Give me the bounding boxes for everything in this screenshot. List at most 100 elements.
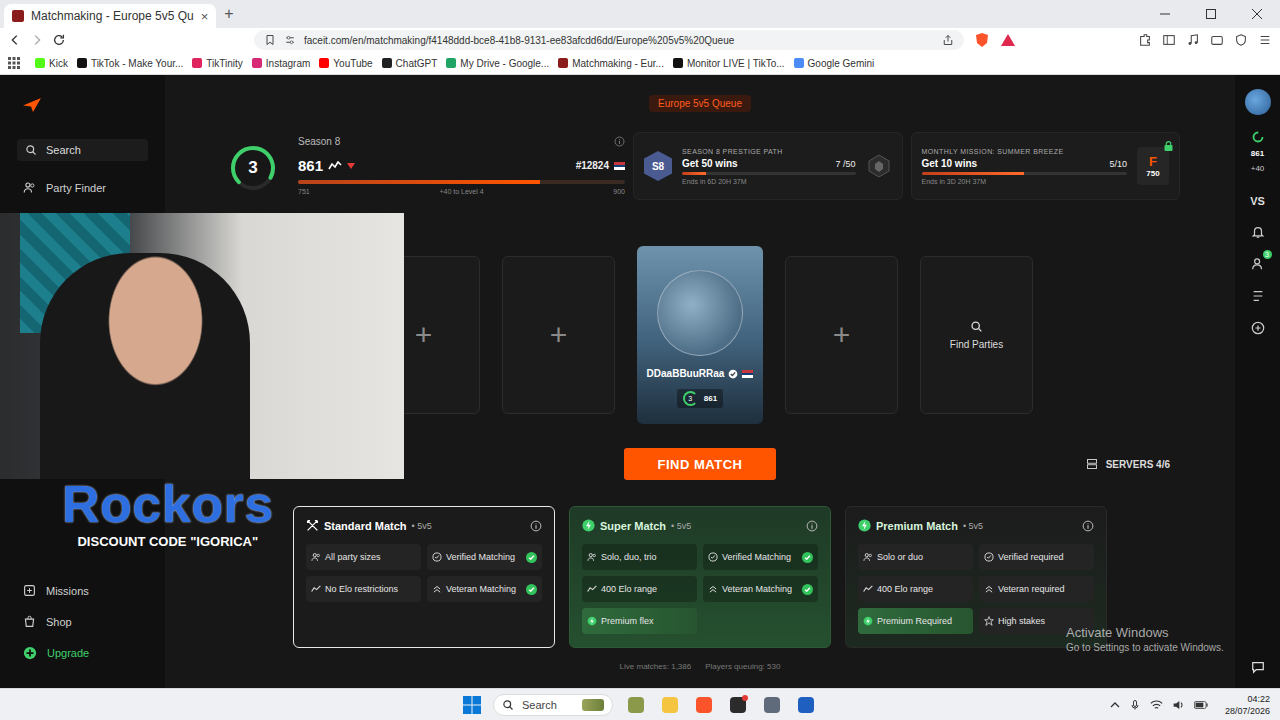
bookmark-item[interactable]: Matchmaking - Eur... bbox=[558, 58, 664, 69]
bookmark-item[interactable]: YouTube bbox=[319, 58, 372, 69]
mission-ends: Ends in 6D 20H 37M bbox=[682, 178, 856, 185]
info-icon[interactable] bbox=[1082, 520, 1094, 532]
vpn-icon[interactable] bbox=[1234, 33, 1248, 47]
feature-label: No Elo restrictions bbox=[325, 584, 416, 594]
premium-icon bbox=[863, 616, 873, 626]
faceit-logo-icon[interactable] bbox=[23, 98, 41, 112]
chat-icon[interactable] bbox=[1251, 660, 1265, 674]
microphone-icon[interactable] bbox=[1129, 699, 1141, 711]
bookmark-icon[interactable] bbox=[264, 34, 276, 46]
bookmark-item[interactable]: Kick bbox=[35, 58, 68, 69]
user-avatar[interactable] bbox=[1245, 89, 1271, 115]
taskbar-app[interactable] bbox=[795, 694, 817, 716]
bookmark-item[interactable]: ChatGPT bbox=[382, 58, 438, 69]
feature-label: Veteran Matching bbox=[446, 584, 522, 594]
clock[interactable]: 04:2228/07/2026 bbox=[1225, 693, 1270, 717]
mission-ends: Ends in 3D 20H 37M bbox=[922, 178, 1128, 185]
feature-label: High stakes bbox=[998, 616, 1089, 626]
find-parties-label: Find Parties bbox=[950, 339, 1003, 350]
feature-label: 400 Elo range bbox=[877, 584, 968, 594]
url-text: faceit.com/en/matchmaking/f4148ddd-bce8-… bbox=[304, 35, 734, 46]
share-icon[interactable] bbox=[942, 34, 954, 46]
bookmark-item[interactable]: TikTok - Make Your... bbox=[77, 58, 183, 69]
site-settings-icon[interactable] bbox=[284, 34, 296, 46]
new-tab-button[interactable]: + bbox=[224, 5, 233, 23]
apps-grid-icon[interactable] bbox=[8, 57, 20, 69]
sidebar-item[interactable]: Party Finder bbox=[0, 173, 165, 202]
find-match-button[interactable]: FIND MATCH bbox=[624, 448, 777, 480]
veteran-chevrons-icon bbox=[984, 584, 994, 594]
info-icon[interactable] bbox=[614, 136, 625, 147]
list-icon[interactable] bbox=[1251, 289, 1265, 303]
find-parties-slot[interactable]: Find Parties bbox=[920, 256, 1033, 414]
music-icon[interactable] bbox=[1186, 33, 1200, 47]
browser-tab[interactable]: Matchmaking - Europe 5v5 Qu× bbox=[4, 4, 216, 28]
invite-slot[interactable]: + bbox=[785, 256, 898, 414]
mode-format: • 5v5 bbox=[963, 521, 983, 531]
minimize-button[interactable] bbox=[1142, 0, 1188, 28]
taskbar-app[interactable] bbox=[761, 694, 783, 716]
feature-chip: Veteran Matching bbox=[703, 576, 818, 602]
mission-card[interactable]: S8SEASON 8 PRESTIGE PATHGet 50 wins7 /50… bbox=[633, 132, 903, 200]
discount-code: DISCOUNT CODE "IGORICA" bbox=[77, 534, 258, 549]
maximize-icon bbox=[1206, 9, 1216, 19]
bookmark-label: ChatGPT bbox=[396, 58, 438, 69]
add-circle-icon[interactable] bbox=[1251, 321, 1265, 335]
wallet-icon[interactable] bbox=[1210, 33, 1224, 47]
taskbar-app[interactable] bbox=[693, 694, 715, 716]
rewards-triangle-icon[interactable] bbox=[1000, 32, 1016, 48]
close-window-button[interactable] bbox=[1234, 0, 1280, 28]
vs-button[interactable]: VS bbox=[1250, 195, 1265, 207]
minimize-icon bbox=[1160, 9, 1170, 19]
feature-chip: 400 Elo range bbox=[582, 576, 697, 602]
back-arrow-icon[interactable] bbox=[8, 33, 22, 47]
bookmark-item[interactable]: Monitor LIVE | TikTo... bbox=[673, 58, 785, 69]
speaker-icon[interactable] bbox=[1172, 699, 1185, 711]
wifi-icon[interactable] bbox=[1150, 699, 1163, 711]
bookmark-item[interactable]: My Drive - Google... bbox=[446, 58, 549, 69]
queue-badge: Europe 5v5 Queue bbox=[649, 95, 751, 112]
friends-button[interactable]: 3 bbox=[1251, 257, 1265, 271]
maximize-button[interactable] bbox=[1188, 0, 1234, 28]
webcam-video bbox=[0, 213, 404, 479]
premium-bolt-icon bbox=[858, 519, 871, 532]
taskbar-app[interactable] bbox=[727, 694, 749, 716]
servers-button[interactable]: SERVERS 4/6 bbox=[1086, 458, 1170, 470]
info-icon[interactable] bbox=[530, 520, 542, 532]
player-card[interactable]: DDaaBBuuRRaa3861 bbox=[637, 246, 763, 424]
sidebar-search[interactable]: Search bbox=[17, 139, 148, 161]
level-number: 3 bbox=[230, 145, 276, 191]
menu-icon[interactable] bbox=[1258, 33, 1272, 47]
forward-arrow-icon[interactable] bbox=[30, 33, 44, 47]
battery-icon[interactable] bbox=[1194, 700, 1208, 710]
bookmark-item[interactable]: Google Gemini bbox=[794, 58, 875, 69]
bell-icon[interactable] bbox=[1251, 225, 1265, 239]
url-field[interactable]: faceit.com/en/matchmaking/f4148ddd-bce8-… bbox=[254, 30, 964, 50]
tray-chevron-icon[interactable] bbox=[1110, 700, 1120, 710]
bookmark-item[interactable]: Instagram bbox=[252, 58, 310, 69]
bookmark-item[interactable]: TikTinity bbox=[192, 58, 242, 69]
extensions-icon[interactable] bbox=[1138, 33, 1152, 47]
invite-slot[interactable]: + bbox=[502, 256, 615, 414]
sidebar-item[interactable]: Shop bbox=[0, 607, 165, 636]
sidebar-item[interactable]: Missions bbox=[0, 576, 165, 605]
level-icon bbox=[1252, 131, 1264, 143]
taskbar-app[interactable] bbox=[625, 694, 647, 716]
taskbar-search[interactable]: Search bbox=[493, 694, 613, 716]
verified-icon bbox=[708, 552, 718, 562]
match-modes: Standard Match• 5v5All party sizesVerifi… bbox=[220, 506, 1180, 648]
bookmark-label: Monitor LIVE | TikTo... bbox=[687, 58, 785, 69]
rail-elo-change: +40 bbox=[1251, 164, 1265, 173]
mode-card[interactable]: Super Match• 5v5Solo, duo, trioVerified … bbox=[569, 506, 831, 648]
feature-chip: Solo or duo bbox=[858, 544, 973, 570]
sidebar-item[interactable]: Upgrade bbox=[0, 638, 165, 668]
mode-card[interactable]: Standard Match• 5v5All party sizesVerifi… bbox=[293, 506, 555, 648]
mission-card[interactable]: MONTHLY MISSION: SUMMER BREEZEGet 10 win… bbox=[911, 132, 1181, 200]
reload-icon[interactable] bbox=[52, 33, 66, 47]
taskbar-app[interactable] bbox=[659, 694, 681, 716]
brave-shield-icon[interactable] bbox=[974, 32, 990, 48]
windows-start-icon[interactable] bbox=[463, 696, 481, 714]
info-icon[interactable] bbox=[806, 520, 818, 532]
tab-close-button[interactable]: × bbox=[201, 9, 209, 24]
sidebar-icon[interactable] bbox=[1162, 33, 1176, 47]
